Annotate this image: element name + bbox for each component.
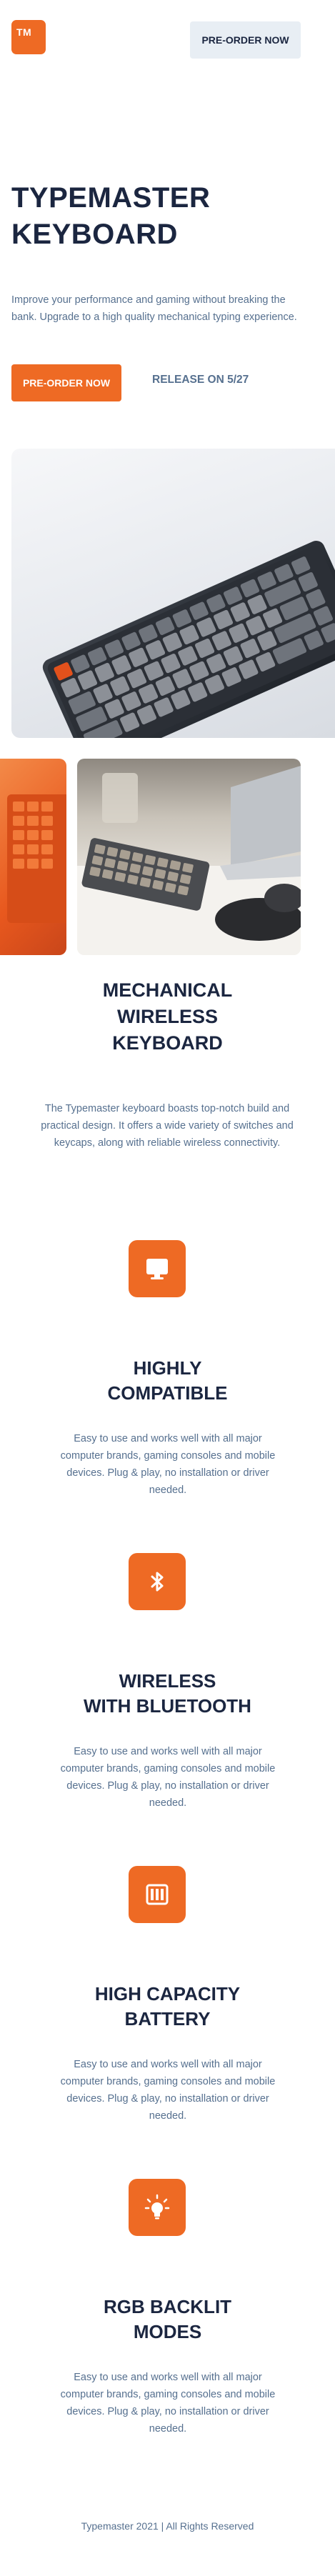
feature-bluetooth-icon-box [129,1553,186,1610]
feature-rgb-title-line2: MODES [133,2321,202,2342]
feature-compatible-title-line2: COMPATIBLE [107,1382,228,1404]
lightbulb-icon [144,2194,170,2220]
release-date-text: RELEASE ON 5/27 [152,374,249,386]
feature-battery-title-line1: HIGH CAPACITY [94,1983,241,2005]
hero-title-line2: KEYBOARD [11,219,178,250]
feature-rgb-icon-box [129,2179,186,2236]
desk-setup-image [77,759,301,955]
battery-icon [146,1884,169,1905]
hero-preorder-label: PRE-ORDER NOW [22,377,111,389]
hero-title: TYPEMASTER KEYBOARD [11,180,311,253]
feature-bluetooth-title-line2: WITH BLUETOOTH [84,1695,251,1717]
intro-title-line2: WIRELESS [116,1006,218,1027]
keyboard-illustration [42,540,335,738]
hero-description: Improve your performance and gaming with… [11,294,297,323]
feature-battery-icon-box [129,1866,186,1923]
feature-rgb-title: RGB BACKLIT MODES [0,2295,335,2345]
feature-battery-description: Easy to use and works well with all majo… [60,2059,276,2122]
feature-bluetooth-title-line1: WIRELESS [119,1670,216,1692]
nav-preorder-button[interactable]: PRE-ORDER NOW [190,21,301,59]
desk-setup-illustration [77,766,301,955]
feature-battery-title: HIGH CAPACITY BATTERY [0,1982,335,2032]
intro-description: The Typemaster keyboard boasts top-notch… [41,1103,294,1149]
orange-keyboard-illustration [7,794,66,923]
intro-title: MECHANICAL WIRELESS KEYBOARD [0,977,335,1057]
feature-rgb-description: Easy to use and works well with all majo… [60,2372,276,2435]
feature-bluetooth-description: Easy to use and works well with all majo… [60,1746,276,1809]
hero-preorder-button[interactable]: PRE-ORDER NOW [11,364,121,401]
orange-keyboard-image [0,759,66,955]
bluetooth-icon [151,1572,164,1592]
feature-compatible-icon-box [129,1240,186,1297]
monitor-icon [146,1259,168,1279]
feature-compatible-description: Easy to use and works well with all majo… [60,1433,276,1496]
nav-preorder-label: PRE-ORDER NOW [201,34,289,46]
intro-title-line1: MECHANICAL [102,979,233,1001]
logo-text: TM [16,26,32,38]
keyboard-hero-image [11,449,335,738]
feature-compatible-title-line1: HIGHLY [133,1357,202,1379]
feature-rgb-title-line1: RGB BACKLIT [103,2296,232,2317]
footer-copyright: Typemaster 2021 | All Rights Reserved [81,2520,254,2532]
logo[interactable]: TM [11,20,46,54]
feature-compatible-title: HIGHLY COMPATIBLE [0,1356,335,1406]
hero-title-line1: TYPEMASTER [11,182,211,214]
intro-title-line3: KEYBOARD [112,1032,223,1054]
feature-bluetooth-title: WIRELESS WITH BLUETOOTH [0,1669,335,1719]
feature-battery-title-line2: BATTERY [124,2008,211,2030]
